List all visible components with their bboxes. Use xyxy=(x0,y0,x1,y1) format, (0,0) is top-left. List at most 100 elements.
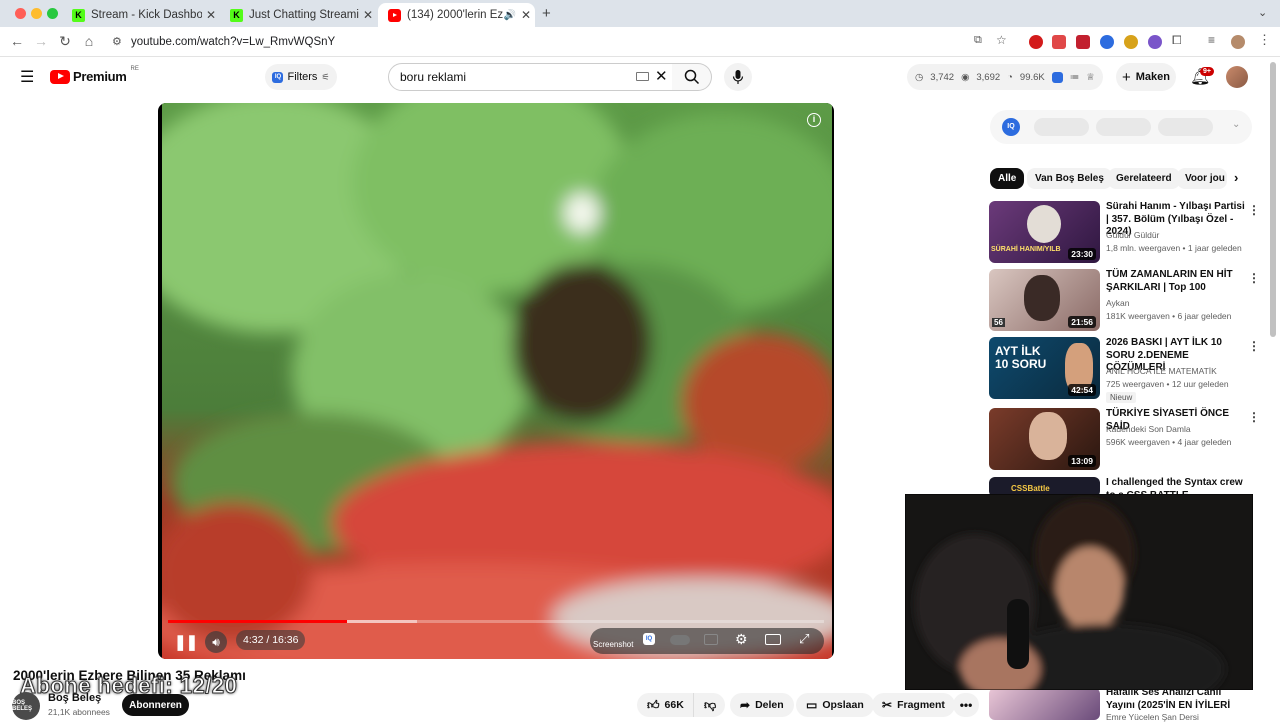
browser-menu-icon[interactable]: ⋮ xyxy=(1258,32,1271,48)
clear-search-icon[interactable]: ✕ xyxy=(655,67,668,85)
list-item[interactable]: Hafalık Ses Analizi Canlı Yayını (2025'İ… xyxy=(989,687,1259,722)
search-button[interactable] xyxy=(672,63,712,91)
close-tab-icon[interactable]: ✕ xyxy=(517,8,535,22)
hamburger-menu-icon[interactable]: ☰ xyxy=(20,67,34,87)
list-item[interactable]: 56 21:56 TÜM ZAMANLARIN EN HİT ŞARKILARI… xyxy=(989,269,1260,333)
theater-mode-icon[interactable] xyxy=(765,634,781,645)
user-avatar[interactable] xyxy=(1226,66,1248,88)
subscribe-button[interactable]: Abonneren xyxy=(122,694,189,716)
dislike-button[interactable]: 👎︎ xyxy=(693,693,725,717)
kick-icon: K xyxy=(72,8,85,22)
page-scrollbar[interactable] xyxy=(1270,62,1276,337)
opera-extension-icon[interactable] xyxy=(1029,35,1043,49)
minimize-window-icon[interactable] xyxy=(31,8,42,19)
extension-icon[interactable] xyxy=(1052,35,1066,49)
reading-list-icon[interactable]: ≡ xyxy=(1208,33,1215,47)
chevron-right-icon[interactable]: › xyxy=(1234,170,1238,185)
extension-stats-bar[interactable]: ◷ 3,742 ◉ 3,692 ◔ 99.6K ≔ ♕ xyxy=(907,64,1103,90)
list-item[interactable]: AYT İLK 10 SORU 42:54 2026 BASKI | AYT İ… xyxy=(989,337,1260,403)
channel-name[interactable]: Boş Beleş xyxy=(48,692,101,704)
site-info-icon[interactable]: ⚙ xyxy=(112,35,122,48)
more-vertical-icon[interactable]: ⋮ xyxy=(1248,410,1260,424)
puzzle-extensions-icon[interactable]: ⧠ xyxy=(1172,33,1182,48)
speaker-icon[interactable]: 🔊 xyxy=(503,10,517,21)
chip-all[interactable]: Alle xyxy=(990,168,1025,189)
iq-logo-icon[interactable]: IQ xyxy=(1002,118,1020,136)
tab-kick-dashboard[interactable]: K Stream - Kick Dashboard ✕ xyxy=(62,3,220,27)
eye-icon: ◉ xyxy=(961,71,970,83)
chip-related[interactable]: Gerelateerd xyxy=(1108,168,1180,189)
subtitles-icon[interactable] xyxy=(704,634,718,645)
plus-icon: + xyxy=(1121,68,1131,86)
youtube-header: ☰ Premium RE IQ Filters ⚟ boru reklami ✕… xyxy=(0,58,1280,96)
tab-youtube-active[interactable]: (134) 2000'lerin Ezbere Bilinen 35 Rekla… xyxy=(378,3,535,27)
list-icon: ≔ xyxy=(1069,71,1080,83)
clip-button[interactable]: ✂ Fragment xyxy=(872,693,955,717)
video-frame xyxy=(162,103,832,659)
screenshot-button[interactable]: Screenshot xyxy=(593,640,633,649)
maximize-window-icon[interactable] xyxy=(47,8,58,19)
like-button[interactable]: 👍︎ 66K xyxy=(637,693,693,717)
iq-extension-icon xyxy=(1051,71,1063,83)
back-icon[interactable]: ← xyxy=(8,33,26,49)
more-actions-button[interactable]: ••• xyxy=(953,693,979,717)
keyboard-icon[interactable] xyxy=(636,72,649,81)
more-vertical-icon[interactable]: ⋮ xyxy=(1248,203,1260,217)
tab-kick-live[interactable]: K Just Chatting Streaming - Live ✕ xyxy=(220,3,377,27)
iq-extension-icon: IQ xyxy=(272,71,284,83)
more-vertical-icon[interactable]: ⋮ xyxy=(1248,339,1260,353)
info-icon[interactable]: i xyxy=(807,113,821,127)
create-button[interactable]: + Maken xyxy=(1116,63,1176,91)
save-button[interactable]: ▭ Opslaan xyxy=(796,693,874,717)
extension-icon[interactable] xyxy=(1076,35,1090,49)
microphone-icon xyxy=(732,70,744,84)
views-icon: ◔ xyxy=(1007,71,1013,83)
list-item[interactable]: SÜRAHİ HANIM/YILB 23:30 Sürahi Hanım - Y… xyxy=(989,201,1260,265)
more-vertical-icon[interactable]: ⋮ xyxy=(1248,271,1260,285)
fullscreen-icon[interactable]: ⤢ xyxy=(799,631,809,647)
tab-search-chevron-icon[interactable]: ⌄ xyxy=(1258,6,1267,19)
thumbs-up-icon: 👍︎ xyxy=(647,697,660,712)
reload-icon[interactable]: ↻ xyxy=(56,33,74,50)
close-window-icon[interactable] xyxy=(15,8,26,19)
webcam-feed xyxy=(905,494,1253,690)
share-button[interactable]: ➦ Delen xyxy=(730,693,794,717)
close-tab-icon[interactable]: ✕ xyxy=(359,8,377,22)
install-app-icon[interactable]: ⧉ xyxy=(974,34,982,47)
youtube-premium-logo[interactable]: Premium RE xyxy=(50,66,139,84)
extension-icon[interactable] xyxy=(1124,35,1138,49)
close-tab-icon[interactable]: ✕ xyxy=(202,8,220,22)
forward-icon[interactable]: → xyxy=(32,33,50,49)
home-icon[interactable]: ⌂ xyxy=(80,33,98,49)
iq-player-icon[interactable]: IQ xyxy=(643,633,655,645)
address-bar[interactable]: ⚙ youtube.com/watch?v=Lw_RmvWQSnY xyxy=(103,30,963,54)
streamer-webcam-overlay xyxy=(905,494,1253,690)
progress-bar[interactable] xyxy=(168,620,824,623)
iq-filter-chip[interactable] xyxy=(1034,118,1089,136)
search-input[interactable]: boru reklami ✕ xyxy=(388,63,673,91)
iq-filter-chip[interactable] xyxy=(1096,118,1151,136)
chip-for-you[interactable]: Voor jou xyxy=(1177,168,1227,189)
autoplay-toggle[interactable] xyxy=(670,635,690,645)
filters-button[interactable]: IQ Filters ⚟ xyxy=(265,64,337,90)
video-player[interactable]: i ❚❚ 🔊︎ 4:32 / 16:36 Screenshot IQ ⚙ ⤢ xyxy=(158,103,834,659)
list-item[interactable]: 13:09 TÜRKİYE SİYASETİ ÖNCE SAİD Kadehde… xyxy=(989,408,1260,472)
voice-search-button[interactable] xyxy=(724,63,752,91)
volume-icon[interactable]: 🔊︎ xyxy=(205,631,227,653)
youtube-icon xyxy=(388,8,401,22)
extension-icon[interactable] xyxy=(1148,35,1162,49)
iq-extension-bar: IQ ⌄ xyxy=(990,110,1252,144)
channel-avatar[interactable]: BOŞ BELEŞ xyxy=(12,692,40,720)
bookmark-star-icon[interactable]: ☆ xyxy=(996,33,1007,47)
settings-gear-icon[interactable]: ⚙ xyxy=(735,631,748,648)
profile-avatar[interactable] xyxy=(1231,35,1245,49)
chip-from-channel[interactable]: Van Boş Beleş xyxy=(1027,168,1112,189)
time-display: 4:32 / 16:36 xyxy=(236,630,306,650)
new-badge: Nieuw xyxy=(1106,392,1137,403)
new-tab-icon[interactable]: + xyxy=(542,5,551,22)
extension-icon[interactable] xyxy=(1100,35,1114,49)
chevron-down-icon[interactable]: ⌄ xyxy=(1232,119,1240,130)
pause-icon[interactable]: ❚❚ xyxy=(174,633,198,651)
iq-filter-chip[interactable] xyxy=(1158,118,1213,136)
player-controls-right: Screenshot IQ ⚙ ⤢ xyxy=(590,628,824,654)
